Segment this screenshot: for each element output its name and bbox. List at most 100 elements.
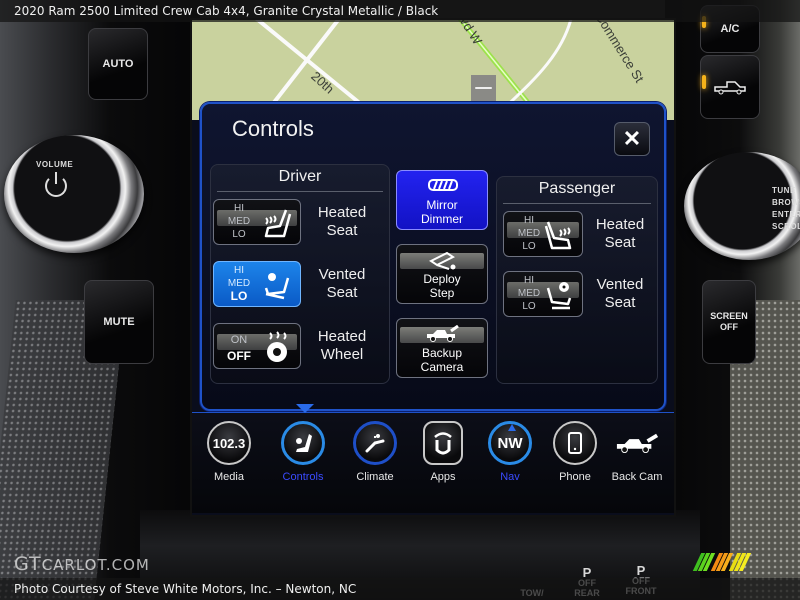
backup-camera-icon — [427, 325, 459, 342]
divider — [217, 191, 383, 192]
level-indicator: ON OFF — [220, 332, 258, 364]
dock-item-apps[interactable]: Apps — [410, 421, 476, 483]
dock-item-nav[interactable]: NW Nav — [477, 421, 543, 483]
auto-button[interactable]: AUTO — [88, 28, 148, 100]
volume-label: VOLUME — [36, 160, 74, 169]
label-line: Seat — [326, 284, 358, 301]
passenger-group: Passenger HI MED LO Heated Seat HI MED L… — [496, 176, 658, 384]
phone-icon — [553, 421, 597, 465]
backup-camera-button[interactable]: Backup Camera — [396, 318, 488, 378]
panel-title: Controls — [232, 116, 314, 141]
level-indicator: HI MED LO — [220, 202, 258, 241]
control-label: Heated Seat — [313, 204, 371, 240]
label-line: Dimmer — [421, 212, 463, 226]
label-line: Seat — [326, 222, 358, 239]
dock-item-media[interactable]: 102.3 Media — [196, 421, 262, 483]
dock-label: Climate — [356, 471, 394, 483]
selected-tab-pointer — [296, 404, 314, 413]
deploy-step-icon — [429, 251, 456, 270]
passenger-heated-seat-button[interactable]: HI MED LO — [503, 211, 583, 257]
control-label: Heated Seat — [591, 216, 649, 252]
level-lo: LO — [232, 229, 246, 240]
dock-item-climate[interactable]: Climate — [342, 421, 408, 483]
dock-item-phone[interactable]: Phone — [542, 421, 608, 483]
level-med: MED — [227, 216, 251, 227]
level-indicator: HI MED LO — [220, 264, 258, 303]
listing-title: 2020 Ram 2500 Limited Crew Cab 4x4, Gran… — [0, 0, 800, 22]
dock-label: Apps — [430, 471, 456, 483]
heated-seat-icon — [264, 209, 292, 238]
label-line: Heated — [595, 216, 645, 233]
mirror-dimmer-button[interactable]: Mirror Dimmer — [396, 170, 488, 230]
label-line: Vented — [596, 276, 644, 293]
deploy-step-button[interactable]: Deploy Step — [396, 244, 488, 304]
label-line: Camera — [420, 360, 464, 374]
control-label: Vented Seat — [313, 266, 371, 302]
driver-vented-seat-button[interactable]: HI MED LO — [213, 261, 301, 307]
driver-group: Driver HI MED LO Heated Seat HI MED LO V… — [210, 164, 390, 384]
driver-vented-seat-control[interactable]: HI MED LO Vented Seat — [213, 261, 371, 307]
divider — [503, 203, 651, 204]
dock-label: Nav — [500, 471, 520, 483]
passenger-vented-seat-control[interactable]: HI MED LO Vented Seat — [503, 271, 649, 317]
watermark-rest: CARLOT.COM — [41, 556, 150, 574]
north-arrow-icon — [508, 424, 516, 431]
driver-heated-seat-control[interactable]: HI MED LO Heated Seat — [213, 199, 371, 245]
gtcarlot-logo-icon — [692, 553, 752, 571]
driver-heated-wheel-control[interactable]: ON OFF Heated Wheel — [213, 323, 371, 369]
controls-panel: Controls ✕ Driver HI MED LO HeatedSeat — [200, 102, 666, 411]
tune-label: TUNE BROWSE ENTER SCROLL — [772, 186, 800, 231]
level-hi: HI — [234, 265, 244, 276]
mirror-dimmer-icon — [428, 179, 458, 191]
volume-knob[interactable] — [4, 135, 144, 253]
button-label: Mirror Dimmer — [397, 198, 487, 226]
apps-icon — [423, 421, 463, 465]
label-line: Heated — [317, 328, 367, 345]
passenger-vented-seat-button[interactable]: HI MED LO — [503, 271, 583, 317]
label-line: Deploy — [423, 272, 461, 286]
driver-title: Driver — [278, 168, 322, 185]
vented-seat-icon — [264, 273, 290, 300]
vented-seat-icon — [546, 282, 572, 310]
dock-label: Media — [214, 471, 244, 483]
level-lo-selected: LO — [230, 289, 248, 303]
dock-item-back-cam[interactable]: Back Cam — [604, 421, 670, 483]
mute-button[interactable]: MUTE — [84, 280, 154, 364]
label-line: Backup — [421, 346, 463, 360]
screen-off-button[interactable]: SCREEN OFF — [702, 280, 756, 364]
dock-label: Controls — [282, 471, 324, 483]
map-poi-marker-icon — [471, 75, 496, 101]
label-line: Heated — [317, 204, 367, 221]
compass-icon: NW — [488, 421, 532, 465]
passenger-heated-seat-control[interactable]: HI MED LO Heated Seat — [503, 211, 649, 257]
level-off-selected: OFF — [227, 349, 251, 363]
park-assist-icon: P — [636, 563, 646, 578]
pickup-truck-icon — [714, 81, 746, 95]
label-line: Mirror — [426, 198, 458, 212]
level-on: ON — [230, 334, 248, 346]
watermark-main: GT — [14, 553, 42, 575]
climate-icon — [353, 421, 397, 465]
driver-heated-seat-button[interactable]: HI MED LO — [213, 199, 301, 245]
photo-credit: Photo Courtesy of Steve White Motors, In… — [0, 578, 800, 600]
dock-label: Phone — [559, 471, 591, 483]
label-line: Step — [429, 286, 455, 300]
bottom-dock: 102.3 Media Controls Climate Apps NW Nav… — [192, 404, 674, 513]
park-assist-icon: P — [582, 565, 592, 580]
dock-item-controls[interactable]: Controls — [270, 421, 336, 483]
heated-wheel-button[interactable]: ON OFF — [213, 323, 301, 369]
control-label: Vented Seat — [591, 276, 649, 312]
close-button[interactable]: ✕ — [614, 122, 650, 156]
back-cam-icon — [615, 421, 659, 465]
dock-label: Back Cam — [611, 471, 663, 483]
label-line: Seat — [604, 294, 636, 311]
power-icon-stem — [55, 172, 57, 184]
close-icon: ✕ — [622, 126, 642, 151]
button-label: Backup Camera — [397, 346, 487, 374]
touchscreen: 20th lvd W Commerce St Controls ✕ Driver… — [190, 18, 676, 517]
heated-wheel-icon — [267, 331, 287, 362]
heated-seat-icon — [544, 221, 572, 250]
bed-light-button[interactable] — [700, 55, 760, 119]
controls-seat-icon — [281, 421, 325, 465]
radio-icon: 102.3 — [207, 421, 251, 465]
